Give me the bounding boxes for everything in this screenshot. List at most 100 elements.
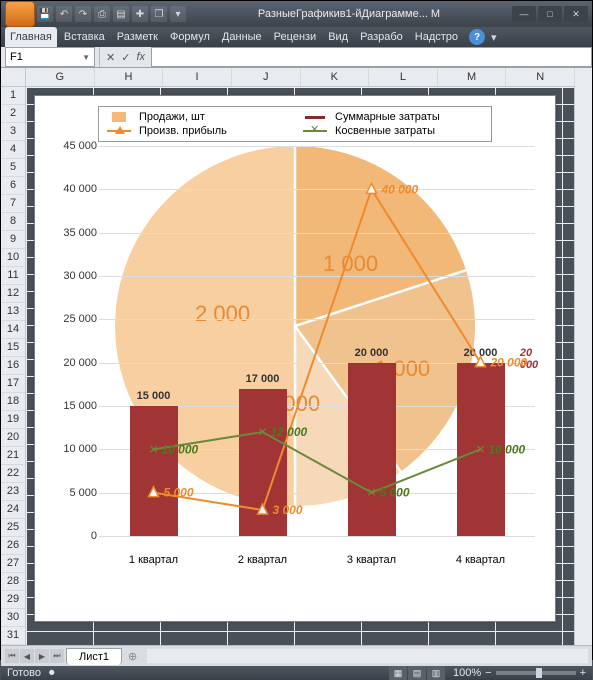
- close-button[interactable]: ✕: [564, 6, 588, 22]
- column-header[interactable]: L: [369, 68, 438, 86]
- row-header[interactable]: 8: [1, 213, 25, 231]
- minimize-button[interactable]: —: [512, 6, 536, 22]
- qat-print-icon[interactable]: ⎙: [94, 6, 110, 22]
- horizontal-scrollbar[interactable]: [147, 649, 588, 663]
- view-page-layout-icon[interactable]: ▤: [408, 666, 426, 680]
- row-header[interactable]: 15: [1, 339, 25, 357]
- chart-plot-area[interactable]: 2 000 3 000 1 000 1 000 05 00010 00015 0…: [55, 146, 535, 576]
- row-header[interactable]: 12: [1, 285, 25, 303]
- cell-grid[interactable]: Продажи, шт Суммарные затраты Произв. пр…: [26, 87, 574, 645]
- column-header[interactable]: G: [26, 68, 95, 86]
- row-header[interactable]: 14: [1, 321, 25, 339]
- new-sheet-icon[interactable]: ⊕: [128, 650, 137, 663]
- column-header[interactable]: N: [506, 68, 575, 86]
- qat-redo-icon[interactable]: ↷: [75, 6, 91, 22]
- row-header[interactable]: 13: [1, 303, 25, 321]
- qat-undo-icon[interactable]: ↶: [56, 6, 72, 22]
- row-header[interactable]: 17: [1, 375, 25, 393]
- tab-nav-first-icon[interactable]: ⏮: [5, 649, 19, 663]
- zoom-slider[interactable]: [496, 671, 576, 675]
- qat-new-icon[interactable]: ✚: [132, 6, 148, 22]
- row-header[interactable]: 20: [1, 429, 25, 447]
- column-header[interactable]: K: [301, 68, 370, 86]
- legend-item-total-costs[interactable]: Суммарные затраты: [301, 111, 485, 123]
- legend-item-profit[interactable]: Произв. прибыль: [105, 125, 289, 137]
- maximize-button[interactable]: □: [538, 6, 562, 22]
- row-header[interactable]: 10: [1, 249, 25, 267]
- tab-data[interactable]: Данные: [217, 27, 267, 47]
- row-header[interactable]: 22: [1, 465, 25, 483]
- zoom-in-button[interactable]: +: [580, 667, 586, 679]
- y-tick-label: 40 000: [63, 183, 97, 195]
- row-header[interactable]: 27: [1, 555, 25, 573]
- row-header[interactable]: 9: [1, 231, 25, 249]
- sheet-tab[interactable]: Лист1: [66, 648, 122, 665]
- legend-item-sales[interactable]: Продажи, шт: [105, 111, 289, 123]
- tab-nav-last-icon[interactable]: ⏭: [50, 649, 64, 663]
- row-header[interactable]: 2: [1, 105, 25, 123]
- view-page-break-icon[interactable]: ▥: [427, 666, 445, 680]
- tab-developer[interactable]: Разрабо: [355, 27, 408, 47]
- y-tick-label: 35 000: [63, 227, 97, 239]
- ribbon-minimize-icon[interactable]: ▾: [491, 31, 497, 44]
- qat-preview-icon[interactable]: ❐: [151, 6, 167, 22]
- help-button[interactable]: ?: [469, 29, 485, 45]
- tab-home[interactable]: Главная: [5, 27, 57, 47]
- row-header[interactable]: 6: [1, 177, 25, 195]
- y-tick-label: 20 000: [63, 357, 97, 369]
- row-header[interactable]: 16: [1, 357, 25, 375]
- row-header[interactable]: 28: [1, 573, 25, 591]
- row-header[interactable]: 24: [1, 501, 25, 519]
- row-header[interactable]: 3: [1, 123, 25, 141]
- row-header[interactable]: 30: [1, 609, 25, 627]
- row-header[interactable]: 31: [1, 627, 25, 645]
- office-button[interactable]: [5, 1, 35, 27]
- column-header[interactable]: J: [232, 68, 301, 86]
- zoom-level[interactable]: 100%: [453, 667, 481, 679]
- zoom-control[interactable]: 100% − +: [453, 667, 586, 679]
- row-header[interactable]: 26: [1, 537, 25, 555]
- row-header[interactable]: 7: [1, 195, 25, 213]
- row-header[interactable]: 4: [1, 141, 25, 159]
- chart-object[interactable]: Продажи, шт Суммарные затраты Произв. пр…: [34, 95, 556, 622]
- vertical-scrollbar[interactable]: [574, 87, 592, 645]
- row-header[interactable]: 23: [1, 483, 25, 501]
- zoom-out-button[interactable]: −: [485, 667, 491, 679]
- view-normal-icon[interactable]: ▦: [389, 666, 407, 680]
- tab-formulas[interactable]: Формул: [165, 27, 215, 47]
- tab-layout[interactable]: Разметк: [112, 27, 163, 47]
- row-header[interactable]: 1: [1, 87, 25, 105]
- tab-addins[interactable]: Надстро: [410, 27, 463, 47]
- tab-nav-next-icon[interactable]: ▶: [35, 649, 49, 663]
- tab-view[interactable]: Вид: [323, 27, 353, 47]
- enter-formula-icon[interactable]: ✓: [121, 51, 130, 64]
- formula-bar: F1 ▼ ✕ ✓ fx: [1, 47, 592, 68]
- cancel-formula-icon[interactable]: ✕: [106, 51, 115, 64]
- row-header[interactable]: 18: [1, 393, 25, 411]
- name-box[interactable]: F1 ▼: [5, 47, 95, 67]
- column-header[interactable]: I: [163, 68, 232, 86]
- legend-item-indirect-costs[interactable]: Косвенные затраты: [301, 125, 485, 137]
- qat-more-icon[interactable]: ▾: [170, 6, 186, 22]
- row-header[interactable]: 21: [1, 447, 25, 465]
- row-header[interactable]: 5: [1, 159, 25, 177]
- tab-insert[interactable]: Вставка: [59, 27, 110, 47]
- status-ready: Готово: [7, 667, 41, 679]
- qat-open-icon[interactable]: ▤: [113, 6, 129, 22]
- row-header[interactable]: 29: [1, 591, 25, 609]
- name-box-dropdown-icon[interactable]: ▼: [82, 53, 90, 62]
- macro-record-icon[interactable]: ⏺: [49, 667, 55, 680]
- row-header[interactable]: 25: [1, 519, 25, 537]
- row-header[interactable]: 11: [1, 267, 25, 285]
- tab-nav-prev-icon[interactable]: ◀: [20, 649, 34, 663]
- fx-icon[interactable]: fx: [136, 51, 145, 63]
- select-all-corner[interactable]: [1, 68, 26, 87]
- qat-save-icon[interactable]: 💾: [37, 6, 53, 22]
- tab-review[interactable]: Рецензи: [269, 27, 322, 47]
- row-header[interactable]: 19: [1, 411, 25, 429]
- formula-input[interactable]: [151, 47, 592, 67]
- column-header[interactable]: H: [95, 68, 164, 86]
- column-headers: GHIJKLMN: [26, 68, 575, 87]
- column-header[interactable]: M: [438, 68, 507, 86]
- chart-legend[interactable]: Продажи, шт Суммарные затраты Произв. пр…: [98, 106, 492, 142]
